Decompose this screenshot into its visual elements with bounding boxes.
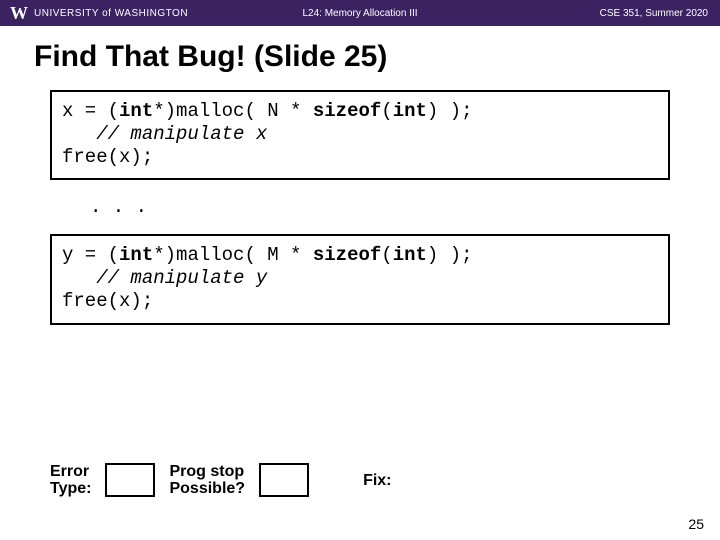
error-type-box[interactable] bbox=[105, 463, 155, 497]
code2-line1-pre: y = ( bbox=[62, 244, 119, 266]
prog-stop-box[interactable] bbox=[259, 463, 309, 497]
page-number: 25 bbox=[688, 516, 704, 532]
uw-institution: UNIVERSITY of WASHINGTON bbox=[34, 8, 188, 19]
code1-line1-kw1: int bbox=[119, 100, 153, 122]
code1-line1-pre: x = ( bbox=[62, 100, 119, 122]
code2-line1-mid2: ( bbox=[381, 244, 392, 266]
ellipsis: . . . bbox=[90, 196, 720, 218]
code1-line2: // manipulate x bbox=[62, 123, 267, 145]
code2-line1-kw3: int bbox=[393, 244, 427, 266]
code-block-1: x = (int*)malloc( N * sizeof(int) ); // … bbox=[50, 90, 670, 180]
error-type-label: Error Type: bbox=[50, 463, 91, 498]
code2-line1-kw1: int bbox=[119, 244, 153, 266]
fix-label: Fix: bbox=[363, 472, 391, 490]
course-label: CSE 351, Summer 2020 bbox=[600, 8, 708, 19]
code2-line3: free(x); bbox=[62, 290, 153, 312]
code1-line3: free(x); bbox=[62, 146, 153, 168]
code1-line1-kw2: sizeof bbox=[313, 100, 381, 122]
lecture-label: L24: Memory Allocation III bbox=[302, 8, 417, 19]
code2-line1-post: ) ); bbox=[427, 244, 473, 266]
code2-line1-kw2: sizeof bbox=[313, 244, 381, 266]
code-block-2: y = (int*)malloc( M * sizeof(int) ); // … bbox=[50, 234, 670, 324]
uw-logo: W UNIVERSITY of WASHINGTON bbox=[0, 3, 188, 24]
slide-title: Find That Bug! (Slide 25) bbox=[0, 26, 720, 84]
uw-w-icon: W bbox=[10, 3, 28, 24]
slide: W UNIVERSITY of WASHINGTON L24: Memory A… bbox=[0, 0, 720, 540]
bottom-row: Error Type: Prog stop Possible? Fix: bbox=[50, 463, 670, 498]
code1-line1-kw3: int bbox=[393, 100, 427, 122]
code2-line1-mid: *)malloc( M * bbox=[153, 244, 313, 266]
code1-line1-post: ) ); bbox=[427, 100, 473, 122]
code1-line1-mid2: ( bbox=[381, 100, 392, 122]
prog-stop-label: Prog stop Possible? bbox=[169, 463, 245, 498]
code1-line1-mid: *)malloc( N * bbox=[153, 100, 313, 122]
code2-line2: // manipulate y bbox=[62, 267, 267, 289]
header-bar: W UNIVERSITY of WASHINGTON L24: Memory A… bbox=[0, 0, 720, 26]
